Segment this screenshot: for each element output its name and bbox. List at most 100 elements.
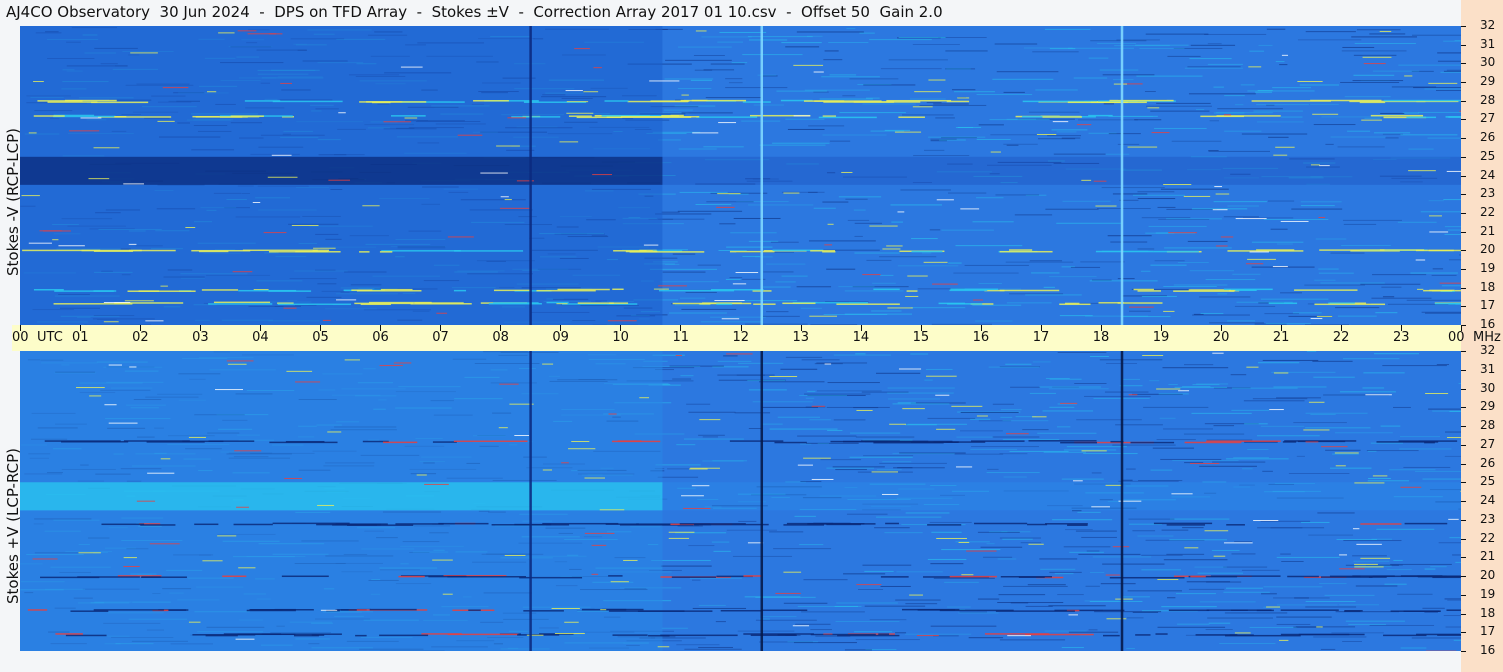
interference-dash [1157, 579, 1179, 581]
emission-row-segment [70, 610, 109, 612]
emission-row-segment [974, 522, 1028, 525]
noise-streak [862, 564, 912, 566]
noise-streak [1189, 270, 1235, 272]
emission-row-segment [208, 440, 255, 442]
noise-streak [1449, 410, 1461, 412]
noise-streak [1384, 583, 1407, 585]
noise-streak [926, 102, 942, 104]
noise-streak [828, 41, 869, 43]
freq-tick-mark [1461, 501, 1466, 502]
interference-dash [972, 299, 984, 301]
interference-dash [336, 299, 357, 301]
noise-streak [1305, 600, 1356, 602]
interference-dash [1400, 486, 1422, 488]
noise-streak [976, 94, 1033, 96]
noise-streak [953, 272, 1019, 274]
emission-row-segment [222, 575, 247, 578]
noise-streak [930, 138, 957, 140]
freq-tick-mark [1461, 175, 1466, 177]
emission-row-segment [878, 633, 890, 635]
noise-streak [1258, 362, 1300, 364]
noise-streak [1403, 466, 1451, 468]
noise-streak [1398, 64, 1461, 66]
emission-row-segment [660, 634, 738, 637]
freq-tick-label: 16 [1480, 317, 1496, 331]
freq-tick-label: 24 [1480, 167, 1496, 182]
interference-dash [128, 243, 137, 245]
noise-streak [972, 304, 1022, 306]
noise-streak [900, 189, 951, 191]
interference-dash [188, 436, 206, 438]
noise-streak [1319, 583, 1347, 585]
noise-streak [958, 612, 999, 614]
noise-streak [787, 128, 825, 130]
interference-dash [928, 79, 946, 81]
noise-streak [692, 607, 747, 609]
noise-streak [1310, 103, 1339, 105]
noise-streak [1161, 606, 1217, 608]
noise-streak [1437, 52, 1461, 54]
noise-streak [853, 209, 866, 211]
noise-streak [1149, 380, 1160, 382]
noise-streak [1049, 276, 1097, 278]
noise-streak [781, 275, 808, 277]
emission-row-segment [901, 608, 960, 611]
noise-streak [826, 467, 875, 469]
noise-streak [976, 138, 1011, 140]
noise-streak [833, 419, 866, 421]
noise-streak [854, 252, 900, 254]
noise-streak [1336, 539, 1377, 541]
noise-streak [1241, 133, 1308, 135]
emission-row-segment [233, 523, 273, 526]
freq-tick-mark [1461, 557, 1466, 559]
noise-streak [823, 314, 888, 316]
noise-streak [1343, 540, 1402, 542]
noise-streak [1444, 598, 1461, 600]
noise-streak [933, 103, 969, 105]
emission-row-segment [716, 303, 733, 306]
interference-dash [1113, 83, 1128, 85]
emission-row-segment [379, 251, 393, 253]
noise-streak [665, 263, 680, 265]
noise-streak [1057, 351, 1107, 353]
noise-streak [1024, 47, 1073, 49]
interference-dash [1212, 352, 1224, 354]
emission-row-segment [447, 575, 526, 578]
noise-streak [924, 149, 945, 151]
noise-streak [1402, 112, 1420, 114]
emission-band [20, 482, 663, 511]
emission-row-segment [77, 576, 140, 578]
interference-dash [1036, 134, 1057, 136]
interference-dash [542, 363, 554, 365]
interference-dash [699, 419, 721, 421]
emission-row-segment [1319, 249, 1385, 251]
interference-dash [1081, 450, 1107, 452]
noise-streak [1132, 194, 1185, 196]
noise-streak [887, 387, 955, 389]
noise-streak [864, 605, 926, 607]
noise-streak [1067, 47, 1135, 49]
interference-dash [500, 196, 509, 198]
noise-streak [1447, 229, 1461, 231]
interference-dash [1361, 119, 1382, 121]
interference-dash [1352, 528, 1360, 530]
noise-streak [1028, 111, 1080, 113]
emission-row-segment [354, 302, 414, 305]
noise-streak [1293, 422, 1347, 424]
interference-dash [1363, 63, 1386, 65]
interference-dash [1212, 209, 1228, 211]
noise-streak [827, 429, 843, 431]
noise-streak [1003, 91, 1025, 93]
noise-streak [1207, 63, 1243, 65]
interference-dash [811, 405, 826, 407]
noise-streak [907, 423, 967, 425]
freq-tick-label: 20 [1480, 242, 1496, 257]
interference-dash [1215, 193, 1230, 195]
interference-dash [556, 303, 568, 305]
noise-streak [884, 532, 923, 534]
noise-streak [1154, 260, 1185, 262]
noise-streak [1268, 200, 1295, 202]
emission-row-segment [1287, 575, 1319, 578]
emission-row-segment [1314, 303, 1386, 306]
noise-streak [1159, 417, 1176, 419]
